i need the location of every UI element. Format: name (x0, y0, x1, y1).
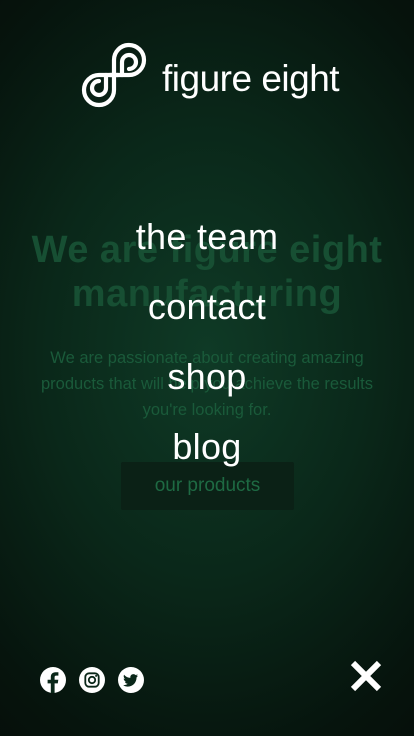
main-menu: the team contact shop blog (0, 202, 414, 482)
facebook-icon[interactable] (40, 667, 66, 693)
menu-item-the-team[interactable]: the team (0, 202, 414, 272)
figure-eight-logo-icon[interactable] (80, 42, 148, 108)
menu-item-blog[interactable]: blog (0, 412, 414, 482)
menu-item-contact[interactable]: contact (0, 272, 414, 342)
header: figure eight (0, 40, 414, 110)
close-icon[interactable] (347, 657, 385, 695)
brand-name: figure eight (162, 58, 340, 99)
menu-screen: We are figure eight manufacturing We are… (0, 0, 414, 736)
instagram-icon[interactable] (79, 667, 105, 693)
menu-item-shop[interactable]: shop (0, 342, 414, 412)
twitter-icon[interactable] (118, 667, 144, 693)
